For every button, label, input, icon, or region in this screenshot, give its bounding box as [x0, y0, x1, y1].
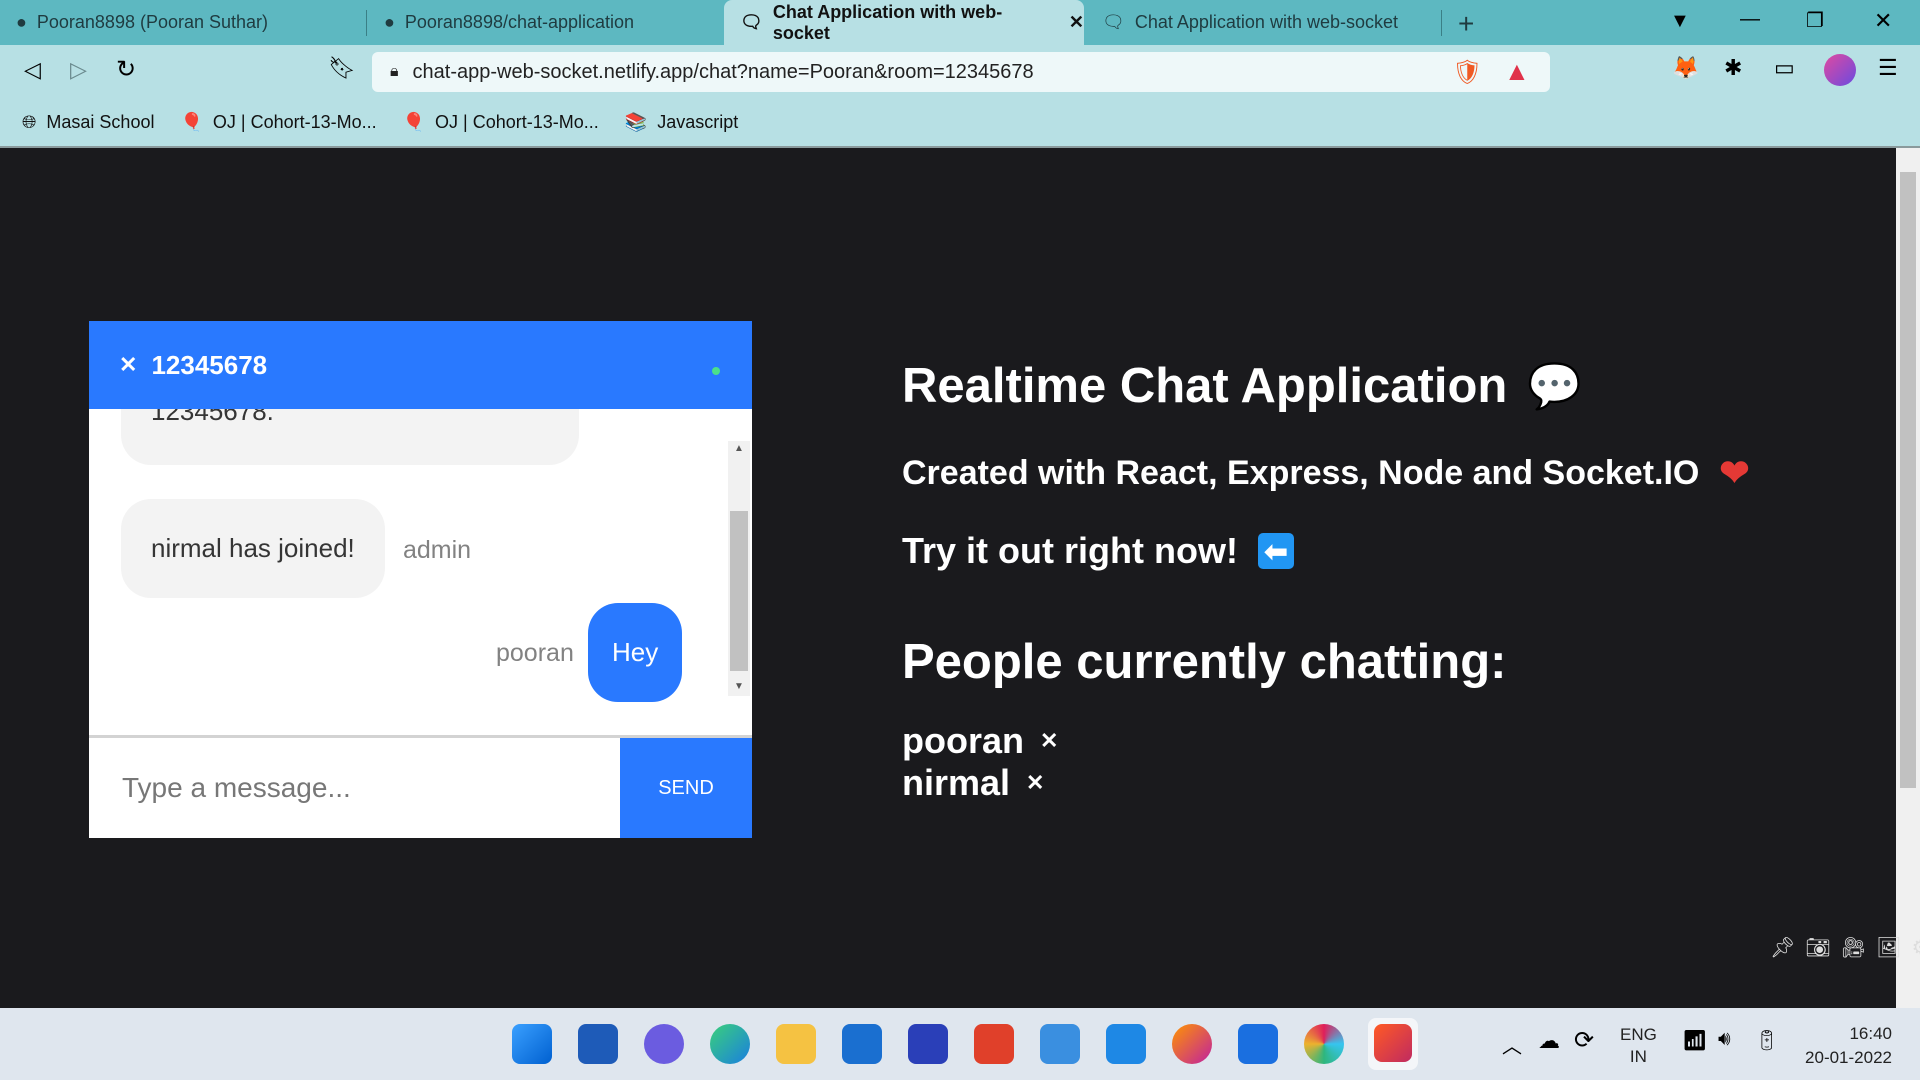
- edge-icon[interactable]: [710, 1024, 750, 1064]
- teams-chat-icon[interactable]: [644, 1024, 684, 1064]
- clock[interactable]: 16:40 20-01-2022: [1796, 1022, 1892, 1070]
- close-chat-icon[interactable]: ✕: [119, 352, 137, 378]
- remove-icon: ✕: [1040, 728, 1059, 753]
- globe-icon: 🌐︎: [22, 111, 37, 132]
- tab-chat[interactable]: 🗨 Chat Application with web-socket: [1086, 0, 1441, 45]
- message-sender: pooran: [496, 639, 574, 667]
- back-icon[interactable]: ◁: [24, 57, 41, 83]
- forward-icon[interactable]: ▷: [70, 57, 87, 83]
- speech-bubble-icon: 💬: [1527, 362, 1583, 411]
- messages-list: 12345678. nirmal has joined! admin poora…: [89, 409, 728, 735]
- wifi-icon[interactable]: 📶︎: [1682, 1028, 1707, 1053]
- app-icon[interactable]: [1238, 1024, 1278, 1064]
- media-toolbar: 📌︎ 📷︎ 🎥︎ 🖼︎ ⚙: [1770, 930, 1920, 964]
- message-bubble-own: Hey: [588, 603, 683, 702]
- online-indicator: [712, 367, 720, 375]
- notepad-icon[interactable]: [1040, 1024, 1080, 1064]
- new-tab-icon[interactable]: +: [1458, 8, 1474, 40]
- messages-scrollbar[interactable]: ▲ ▼: [728, 441, 750, 696]
- bookmark-javascript[interactable]: 📚 Javascript: [625, 112, 738, 133]
- menu-icon[interactable]: ☰: [1878, 55, 1898, 81]
- office-icon[interactable]: [974, 1024, 1014, 1064]
- bookmark-oj-2[interactable]: 🎈 OJ | Cohort-13-Mo...: [403, 112, 599, 133]
- message-bubble: nirmal has joined!: [121, 499, 385, 598]
- bookmark-icon[interactable]: 🔖︎: [328, 55, 356, 81]
- remove-icon: ✕: [1026, 770, 1045, 795]
- lock-icon: 🔒︎: [390, 63, 399, 80]
- image-icon[interactable]: 🖼︎: [1876, 935, 1901, 960]
- bookmark-oj-1[interactable]: 🎈 OJ | Cohort-13-Mo...: [180, 112, 376, 133]
- chat-icon: 🗨: [740, 12, 763, 32]
- books-icon: 📚: [624, 111, 648, 132]
- info-title: Realtime Chat Application 💬: [902, 359, 1583, 413]
- person-item: pooran ✕: [902, 720, 1059, 761]
- heart-icon: ❤: [1719, 452, 1750, 493]
- file-explorer-icon[interactable]: [776, 1024, 816, 1064]
- room-name: 12345678: [151, 349, 268, 380]
- brave-taskbar-icon[interactable]: [1368, 1018, 1418, 1070]
- brave-shield-icon[interactable]: 🛡︎: [1452, 58, 1482, 87]
- language-indicator[interactable]: ENG IN: [1620, 1024, 1657, 1068]
- video-icon[interactable]: 🎥︎: [1841, 935, 1866, 960]
- tab-search-icon[interactable]: ▼: [1670, 10, 1690, 33]
- message-bubble: 12345678.: [121, 409, 579, 465]
- task-view-icon[interactable]: [578, 1024, 618, 1064]
- address-bar[interactable]: 🔒︎ chat-app-web-socket.netlify.app/chat?…: [372, 52, 1550, 92]
- settings-icon[interactable]: ⚙: [1912, 935, 1920, 960]
- camera-icon[interactable]: 📷︎: [1805, 935, 1830, 960]
- chat-window: ✕ 12345678 12345678. nirmal has joined! …: [89, 321, 752, 838]
- whiteboard-icon[interactable]: [908, 1024, 948, 1064]
- extensions-icon[interactable]: ✱: [1724, 55, 1742, 81]
- battery-icon[interactable]: 🔋︎: [1754, 1028, 1779, 1053]
- bookmarks-bar: 🌐︎ Masai School 🎈 OJ | Cohort-13-Mo... 🎈 OJ…: [0, 98, 1920, 148]
- try-it-text: Try it out right now! ⬅: [902, 530, 1294, 572]
- wallet-icon[interactable]: ▭: [1774, 55, 1795, 81]
- messages-scrollbar-thumb[interactable]: [730, 511, 748, 671]
- firefox-icon[interactable]: [1172, 1024, 1212, 1064]
- github-icon: ●: [384, 12, 395, 32]
- vscode-icon[interactable]: [1106, 1024, 1146, 1064]
- info-subtitle: Created with React, Express, Node and So…: [902, 452, 1750, 493]
- tab-bar: ● Pooran8898 (Pooran Suthar) ● Pooran889…: [0, 0, 1920, 45]
- person-item: nirmal ✕: [902, 762, 1045, 803]
- tab-github-profile[interactable]: ● Pooran8898 (Pooran Suthar): [0, 0, 365, 45]
- message-input[interactable]: [89, 738, 620, 838]
- sync-icon[interactable]: ⟳: [1574, 1026, 1594, 1055]
- chat-header: ✕ 12345678: [89, 321, 752, 409]
- onedrive-icon[interactable]: ☁: [1538, 1028, 1560, 1054]
- message-sender: admin: [403, 536, 472, 564]
- mail-icon[interactable]: [842, 1024, 882, 1064]
- people-heading: People currently chatting:: [902, 635, 1507, 689]
- tab-chat-active[interactable]: 🗨 Chat Application with web-socket ✕: [724, 0, 1084, 45]
- volume-icon[interactable]: 🔊︎: [1718, 1028, 1731, 1051]
- minimize-icon[interactable]: —: [1740, 8, 1760, 31]
- chat-icon: 🗨: [1102, 12, 1125, 32]
- page-scrollbar-thumb[interactable]: [1900, 172, 1916, 788]
- close-tab-icon[interactable]: ✕: [1069, 12, 1084, 33]
- github-icon: ●: [16, 12, 27, 32]
- reload-icon[interactable]: ↻: [116, 55, 136, 84]
- metamask-icon[interactable]: 🦊: [1672, 55, 1699, 81]
- message-composer: SEND: [89, 735, 752, 838]
- tab-github-repo[interactable]: ● Pooran8898/chat-application: [368, 0, 724, 45]
- profile-avatar[interactable]: [1824, 54, 1856, 86]
- bookmark-masai[interactable]: 🌐︎ Masai School: [22, 112, 154, 133]
- taskbar: ︿ ☁ ⟳ ENG IN 📶︎ 🔊︎ 🔋︎ 16:40 20-01-2022: [0, 1008, 1920, 1080]
- restore-icon[interactable]: ❐: [1806, 8, 1824, 33]
- balloon-icon: 🎈: [402, 111, 426, 132]
- start-icon[interactable]: [512, 1024, 552, 1064]
- close-window-icon[interactable]: ✕: [1874, 8, 1892, 34]
- balloon-icon: 🎈: [180, 111, 203, 132]
- slack-icon[interactable]: [1304, 1024, 1344, 1064]
- send-button[interactable]: SEND: [620, 738, 752, 838]
- pin-icon[interactable]: 📌︎: [1770, 935, 1795, 960]
- left-arrow-icon: ⬅: [1257, 533, 1294, 569]
- tray-chevron-icon[interactable]: ︿: [1502, 1030, 1522, 1059]
- brave-rewards-icon[interactable]: ▲: [1504, 56, 1530, 87]
